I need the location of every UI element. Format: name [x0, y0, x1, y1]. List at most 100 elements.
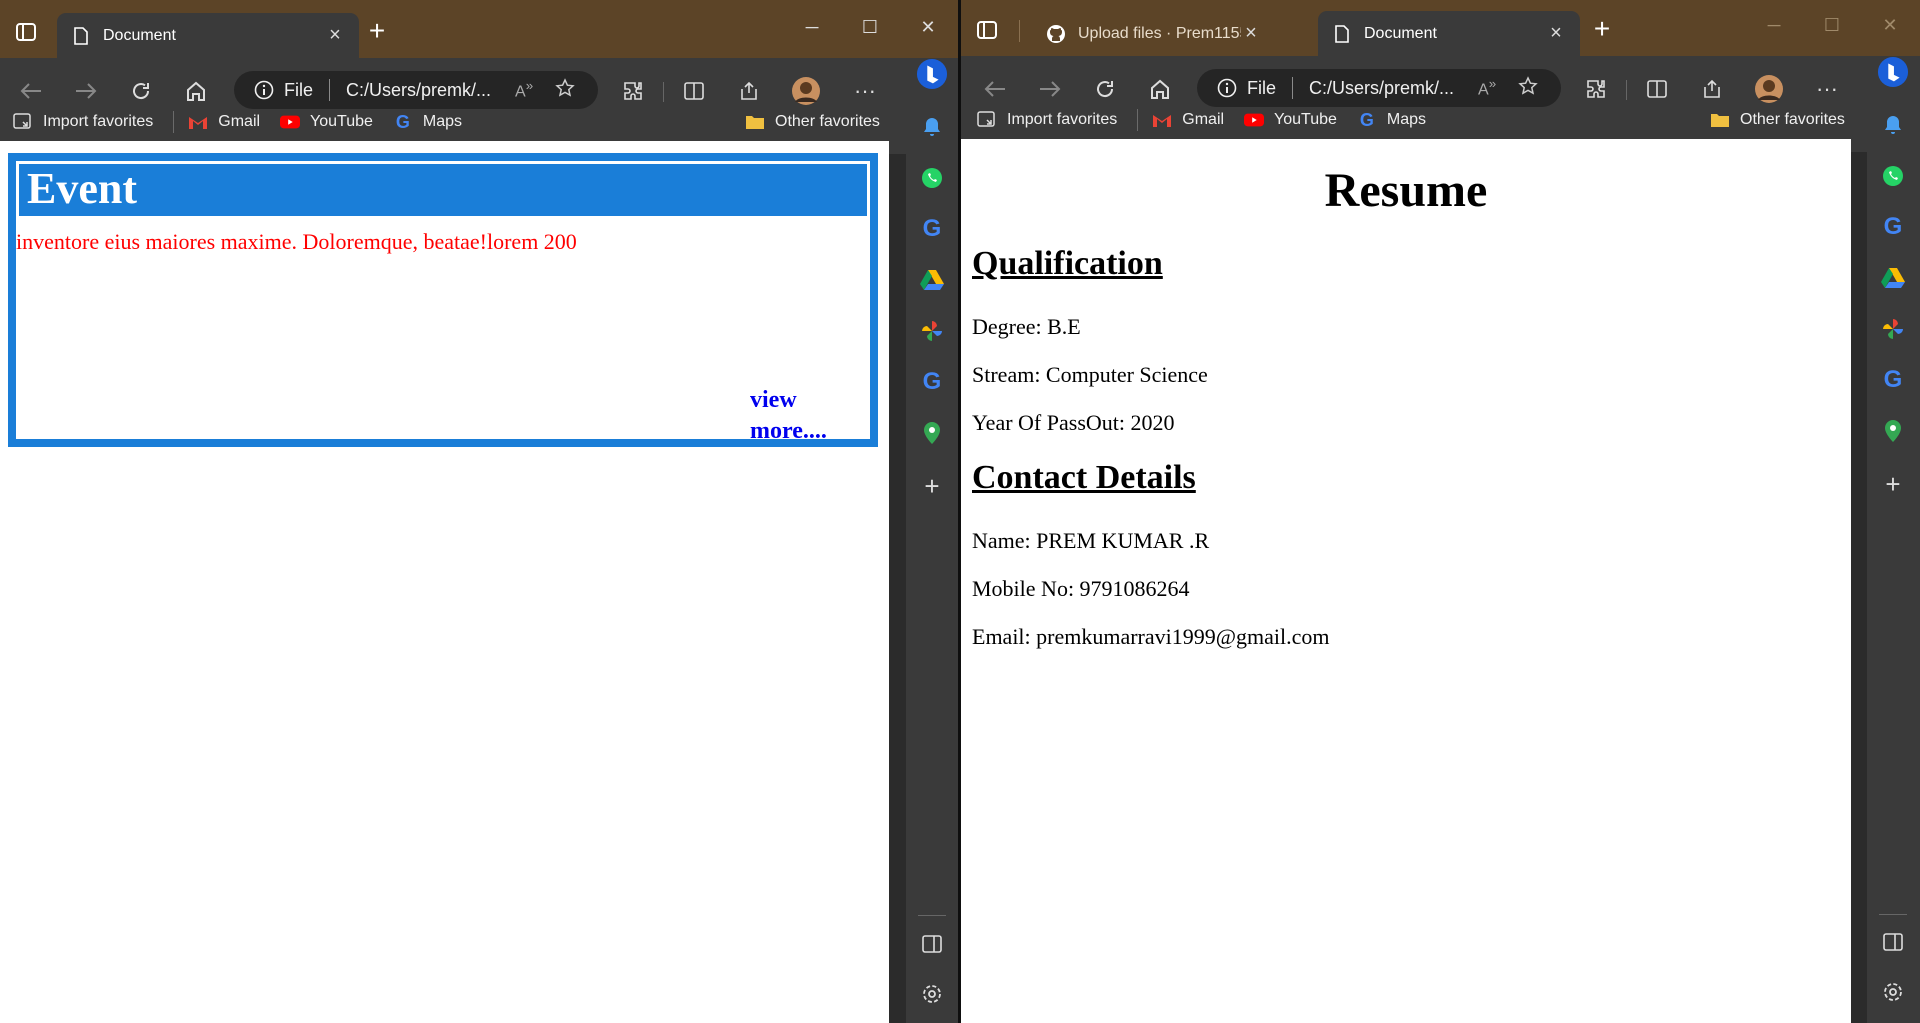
page-title: Resume: [1324, 164, 1488, 217]
drive-icon[interactable]: [1877, 262, 1909, 294]
bell-icon[interactable]: [1877, 109, 1909, 141]
tab-divider: [1019, 20, 1020, 42]
bookmark-divider: [173, 111, 175, 133]
gmail-icon: [188, 112, 208, 132]
drive-icon[interactable]: [916, 264, 948, 296]
bing-icon[interactable]: [1877, 56, 1909, 88]
toolbar-divider: [663, 82, 664, 102]
tab-actions-icon[interactable]: [971, 16, 1003, 44]
read-aloud-icon[interactable]: A»: [1478, 76, 1496, 99]
import-icon: [977, 110, 997, 130]
page-icon: [71, 26, 91, 46]
tab-upload-files[interactable]: Upload files · Prem1155/Premkur ×: [1032, 11, 1275, 56]
settings-icon[interactable]: [1877, 976, 1909, 1008]
gmail-icon: [1152, 110, 1172, 130]
maximize-button[interactable]: ☐: [841, 12, 899, 42]
folder-icon: [745, 112, 765, 132]
sidebar-toggle-icon[interactable]: [1877, 926, 1909, 958]
address-path: C:/Users/premk/...: [1309, 77, 1455, 98]
close-tab-icon[interactable]: ×: [325, 24, 345, 47]
address-scheme: File: [1247, 77, 1277, 98]
bookmark-youtube[interactable]: YouTube: [280, 112, 373, 132]
tab-actions-icon[interactable]: [10, 18, 42, 46]
maximize-button[interactable]: ☐: [1803, 10, 1861, 40]
bookmark-label: Import favorites: [43, 113, 154, 130]
bookmark-gmail[interactable]: Gmail: [1152, 110, 1224, 130]
close-window-button[interactable]: ✕: [1861, 10, 1919, 40]
add-icon[interactable]: +: [1877, 468, 1909, 500]
page-content: Event inventore eius maiores maxime. Dol…: [0, 141, 889, 1023]
tab-label: Document: [103, 26, 176, 44]
import-favorites[interactable]: Import favorites: [13, 112, 153, 132]
folder-icon: [1710, 110, 1730, 130]
google-icon: G: [395, 111, 410, 132]
bing-icon[interactable]: [916, 58, 948, 90]
bookmark-maps[interactable]: G Maps: [393, 112, 462, 132]
close-tab-icon[interactable]: ×: [1546, 22, 1566, 45]
favorite-star-icon[interactable]: [1518, 75, 1538, 101]
favorites-bar: Import favorites Gmail YouTube G Maps Ot…: [0, 104, 958, 140]
toolbar: File C:/Users/premk/... A» ··· Import fa…: [961, 56, 1920, 152]
sidebar-toggle-icon[interactable]: [916, 928, 948, 960]
youtube-icon: [1244, 110, 1265, 130]
event-title: Event: [16, 161, 870, 219]
name-text: Name: PREM KUMAR .R: [972, 528, 1210, 553]
email-text: Email: premkumarravi1999@gmail.com: [972, 624, 1330, 649]
bell-icon[interactable]: [916, 111, 948, 143]
maps-pin-icon[interactable]: [916, 417, 948, 449]
tab-document[interactable]: Document ×: [1318, 11, 1580, 56]
add-icon[interactable]: +: [916, 470, 948, 502]
close-window-button[interactable]: ✕: [899, 12, 957, 42]
info-icon[interactable]: [254, 80, 274, 100]
bookmark-label: Import favorites: [1007, 111, 1118, 128]
google-icon: G: [1359, 109, 1374, 130]
whatsapp-icon[interactable]: [916, 162, 948, 194]
browser-window-left: Document × + ─ ☐ ✕ File C:/Users/premk/.…: [0, 0, 958, 1023]
bookmark-label: Other favorites: [1740, 111, 1845, 128]
import-icon: [13, 112, 33, 132]
stream-text: Stream: Computer Science: [972, 362, 1208, 387]
new-tab-button[interactable]: +: [361, 16, 393, 48]
other-favorites[interactable]: Other favorites: [1710, 110, 1845, 130]
bookmark-label: Maps: [422, 113, 463, 130]
close-tab-icon[interactable]: ×: [1241, 22, 1261, 45]
address-path: C:/Users/premk/...: [346, 79, 492, 100]
view-more-link[interactable]: view more....: [750, 385, 860, 447]
google-icon[interactable]: G: [1877, 211, 1909, 243]
bookmark-youtube[interactable]: YouTube: [1244, 110, 1337, 130]
github-icon: [1046, 24, 1066, 44]
settings-icon[interactable]: [916, 978, 948, 1010]
new-tab-button[interactable]: +: [1586, 14, 1618, 46]
minimize-button[interactable]: ─: [783, 12, 841, 42]
bookmark-maps[interactable]: G Maps: [1357, 110, 1426, 130]
minimize-button[interactable]: ─: [1745, 10, 1803, 40]
info-icon[interactable]: [1217, 78, 1237, 98]
favorites-bar: Import favorites Gmail YouTube G Maps Ot…: [961, 102, 1920, 138]
photos-icon[interactable]: [1877, 313, 1909, 345]
contact-heading: Contact Details: [972, 459, 1196, 496]
google-icon[interactable]: G: [916, 213, 948, 245]
tab-document[interactable]: Document ×: [57, 13, 359, 58]
browser-window-right: Upload files · Prem1155/Premkur × Docume…: [961, 0, 1920, 1023]
google-icon[interactable]: G: [1877, 364, 1909, 396]
sidebar-divider: [918, 915, 946, 916]
bookmark-gmail[interactable]: Gmail: [188, 112, 260, 132]
year-text: Year Of PassOut: 2020: [972, 410, 1175, 435]
tab-label: Document: [1364, 24, 1437, 42]
toolbar-divider: [1626, 80, 1627, 100]
favorite-star-icon[interactable]: [555, 77, 575, 103]
bookmark-label: Gmail: [1182, 111, 1225, 128]
import-favorites[interactable]: Import favorites: [977, 110, 1117, 130]
bookmark-label: Gmail: [218, 113, 261, 130]
edge-sidebar: G G +: [906, 58, 958, 1023]
other-favorites[interactable]: Other favorites: [745, 112, 880, 132]
bookmark-label: YouTube: [1274, 111, 1337, 128]
bookmark-label: YouTube: [310, 113, 373, 130]
read-aloud-icon[interactable]: A»: [515, 78, 533, 101]
whatsapp-icon[interactable]: [1877, 160, 1909, 192]
google-icon[interactable]: G: [916, 366, 948, 398]
youtube-icon: [280, 112, 301, 132]
edge-sidebar: G G +: [1867, 56, 1920, 1023]
photos-icon[interactable]: [916, 315, 948, 347]
maps-pin-icon[interactable]: [1877, 415, 1909, 447]
